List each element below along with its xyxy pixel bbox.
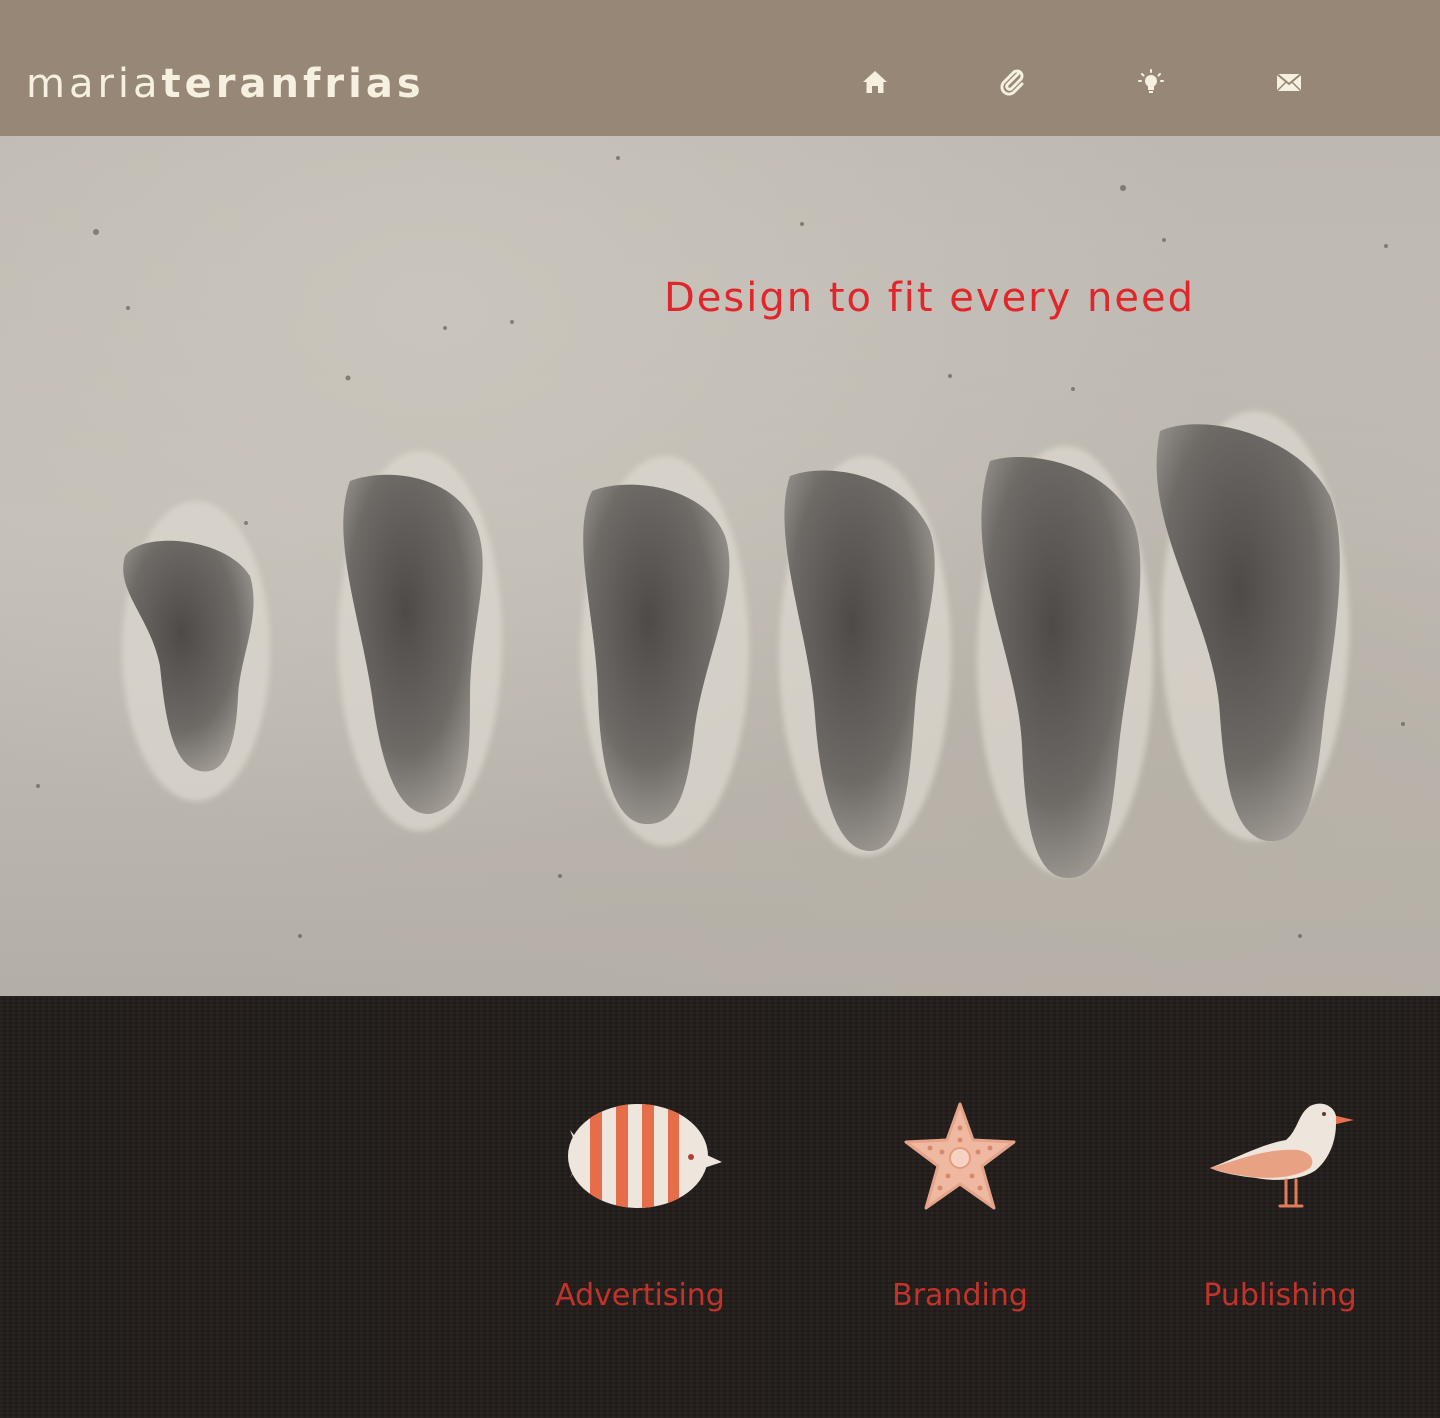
nav-portfolio-button[interactable]: [997, 66, 1029, 98]
service-label-advertising: Advertising: [555, 1278, 725, 1313]
services-section: Advertising Branding Publishing: [0, 996, 1440, 1418]
site-logo[interactable]: mariateranfrias: [26, 56, 425, 112]
service-label-branding: Branding: [892, 1278, 1028, 1313]
starfish-icon: [904, 1102, 1016, 1210]
nav-contact-button[interactable]: [1273, 66, 1305, 98]
logo-text-bold: teranfrias: [161, 61, 425, 107]
fish-icon: [568, 1104, 722, 1208]
logo-text-light: maria: [26, 61, 162, 107]
hero-banner: Design to fit every need: [0, 136, 1440, 996]
site-header: mariateranfrias: [0, 0, 1440, 136]
service-branding[interactable]: Branding: [888, 996, 1032, 1326]
service-advertising[interactable]: Advertising: [548, 996, 732, 1326]
seagull-icon: [1210, 1103, 1354, 1208]
service-publishing[interactable]: Publishing: [1198, 996, 1362, 1326]
envelope-icon: [1276, 73, 1302, 92]
nav-ideas-button[interactable]: [1135, 66, 1167, 98]
paperclip-icon: [1000, 69, 1024, 96]
nav-home-button[interactable]: [859, 66, 891, 98]
hero-tagline: Design to fit every need: [664, 275, 1195, 321]
lightbulb-icon: [1138, 69, 1164, 93]
home-icon: [863, 71, 887, 93]
service-label-publishing: Publishing: [1203, 1278, 1357, 1313]
footprints-in-sand-image: [36, 156, 1405, 938]
